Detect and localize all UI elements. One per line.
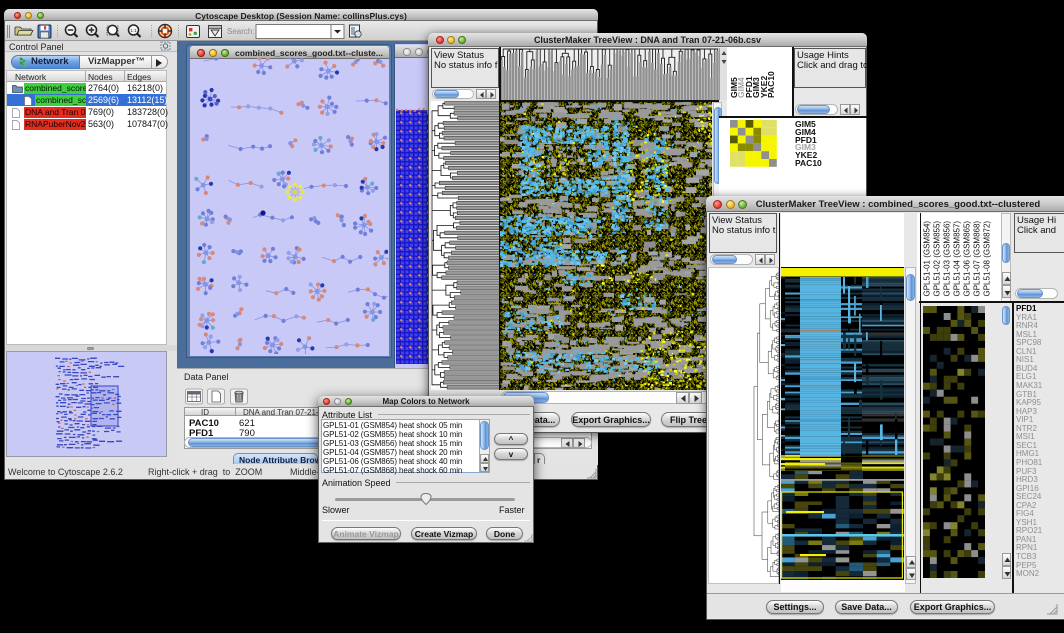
svg-text:1:1: 1:1 bbox=[130, 28, 137, 33]
svg-text:Search:: Search: bbox=[227, 27, 255, 36]
